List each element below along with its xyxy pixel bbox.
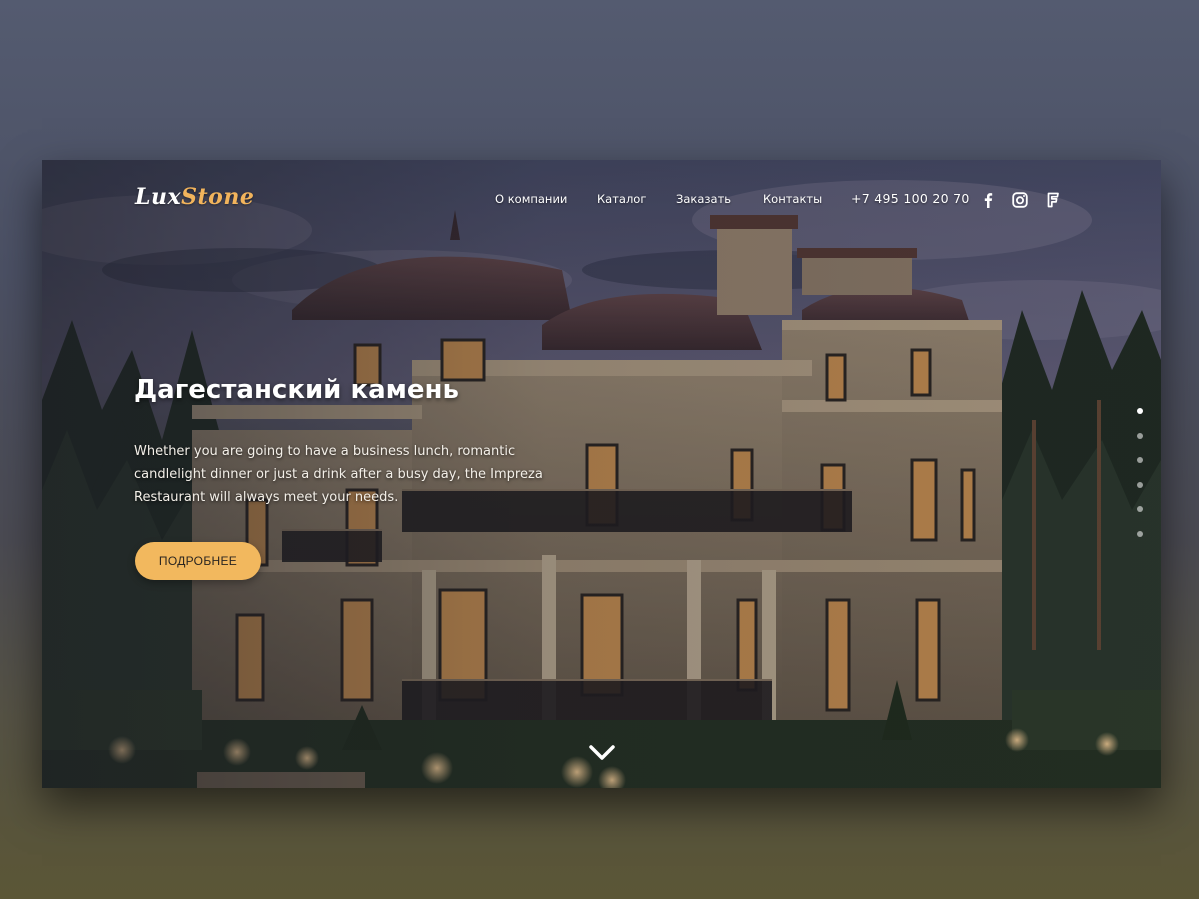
slider-dot[interactable] xyxy=(1137,408,1143,414)
nav-item-order[interactable]: Заказать xyxy=(676,192,731,206)
slider-dot[interactable] xyxy=(1137,457,1143,463)
slider-dot[interactable] xyxy=(1137,506,1143,512)
slider-dot[interactable] xyxy=(1137,433,1143,439)
slider-dot[interactable] xyxy=(1137,482,1143,488)
slider-dot[interactable] xyxy=(1137,531,1143,537)
logo-text-accent: Stone xyxy=(181,184,255,210)
more-details-button[interactable]: ПОДРОБНЕЕ xyxy=(135,542,261,580)
phone-number[interactable]: +7 495 100 20 70 xyxy=(851,191,970,206)
hero-description: Whether you are going to have a business… xyxy=(134,444,543,505)
hero-frame: LuxStone О компании Каталог Заказать Кон… xyxy=(42,160,1161,788)
facebook-icon[interactable] xyxy=(980,192,996,208)
instagram-icon[interactable] xyxy=(1012,192,1028,208)
nav-item-contacts[interactable]: Контакты xyxy=(763,192,822,206)
chevron-down-icon[interactable] xyxy=(587,742,617,764)
nav-item-about[interactable]: О компании xyxy=(495,192,567,206)
slider-pagination xyxy=(1136,408,1146,543)
logo[interactable]: LuxStone xyxy=(135,184,254,210)
hero-title: Дагестанский камень xyxy=(134,375,459,405)
foursquare-icon[interactable] xyxy=(1045,192,1061,208)
logo-text-primary: Lux xyxy=(135,184,182,210)
nav-item-catalog[interactable]: Каталог xyxy=(597,192,646,206)
